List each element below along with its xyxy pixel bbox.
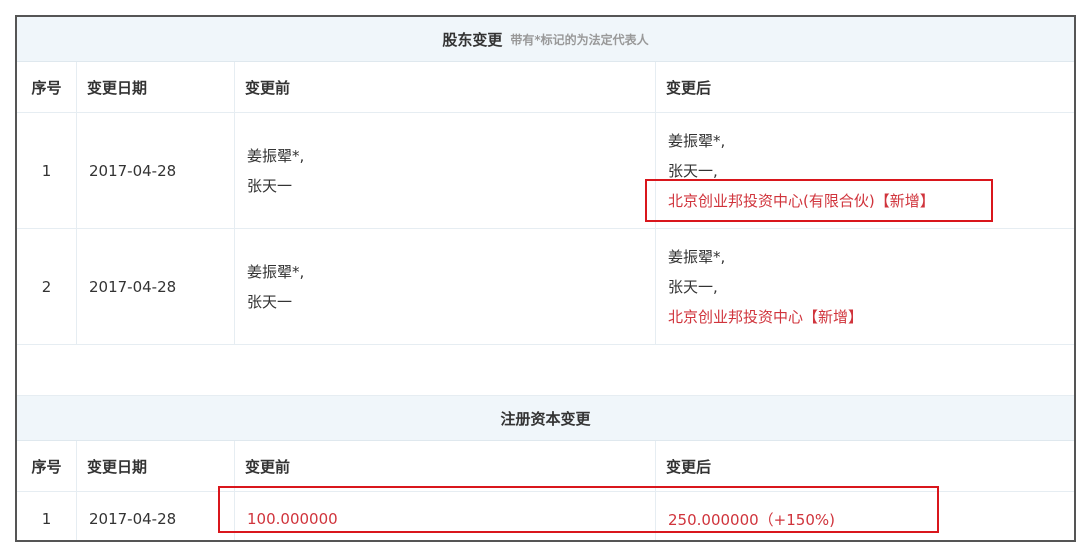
- row-no: 1: [17, 492, 77, 540]
- col-header-date: 变更日期: [77, 62, 235, 112]
- section-spacer: [17, 345, 1074, 396]
- col-header-after: 变更后: [666, 457, 712, 476]
- row-no: 1: [17, 113, 77, 228]
- shareholder-title: 股东变更: [442, 30, 503, 49]
- col-header-date: 变更日期: [77, 441, 235, 491]
- before-holder: 张天一: [247, 176, 293, 195]
- row-no: 2: [17, 229, 77, 344]
- row-date: 2017-04-28: [77, 229, 235, 344]
- col-header-before: 变更前: [235, 441, 656, 491]
- highlight-box-new-holder: [645, 179, 993, 222]
- after-holder: 姜振翚*,: [668, 247, 726, 266]
- screenshot-frame: 股东变更 带有*标记的为法定代表人 序号 变更日期 变更前 变更后 1 2017…: [15, 15, 1076, 542]
- capital-section-header: 注册资本变更: [17, 396, 1074, 441]
- after-cell: 姜振翚*, 张天一, 北京创业邦投资中心【新增】: [656, 229, 1074, 344]
- after-holder: 姜振翚*,: [668, 131, 726, 150]
- shareholder-table-header: 序号 变更日期 变更前 变更后: [17, 62, 1074, 113]
- before-holder: 姜振翚*,: [247, 262, 305, 281]
- after-holder: 张天一,: [668, 277, 718, 296]
- col-header-before: 变更前: [235, 62, 656, 112]
- before-holder: 姜振翚*,: [247, 146, 305, 165]
- shareholder-subtitle: 带有*标记的为法定代表人: [510, 32, 649, 47]
- col-header-no: 序号: [17, 62, 77, 112]
- col-header-no: 序号: [17, 441, 77, 491]
- row-date: 2017-04-28: [77, 113, 235, 228]
- highlight-box-capital: [218, 486, 939, 533]
- capital-title: 注册资本变更: [500, 409, 591, 428]
- shareholder-section-header: 股东变更 带有*标记的为法定代表人: [17, 17, 1074, 62]
- after-new-holder-link[interactable]: 北京创业邦投资中心【新增】: [668, 302, 863, 332]
- row-date: 2017-04-28: [77, 492, 235, 540]
- capital-table-header: 序号 变更日期 变更前 变更后: [17, 441, 1074, 492]
- before-cell: 姜振翚*, 张天一: [235, 229, 656, 344]
- before-cell: 姜振翚*, 张天一: [235, 113, 656, 228]
- col-header-after: 变更后: [666, 78, 712, 97]
- change-records: 股东变更 带有*标记的为法定代表人 序号 变更日期 变更前 变更后 1 2017…: [17, 17, 1074, 540]
- table-row: 2 2017-04-28 姜振翚*, 张天一 姜振翚*, 张天一, 北京创业邦投…: [17, 229, 1074, 345]
- before-holder: 张天一: [247, 292, 293, 311]
